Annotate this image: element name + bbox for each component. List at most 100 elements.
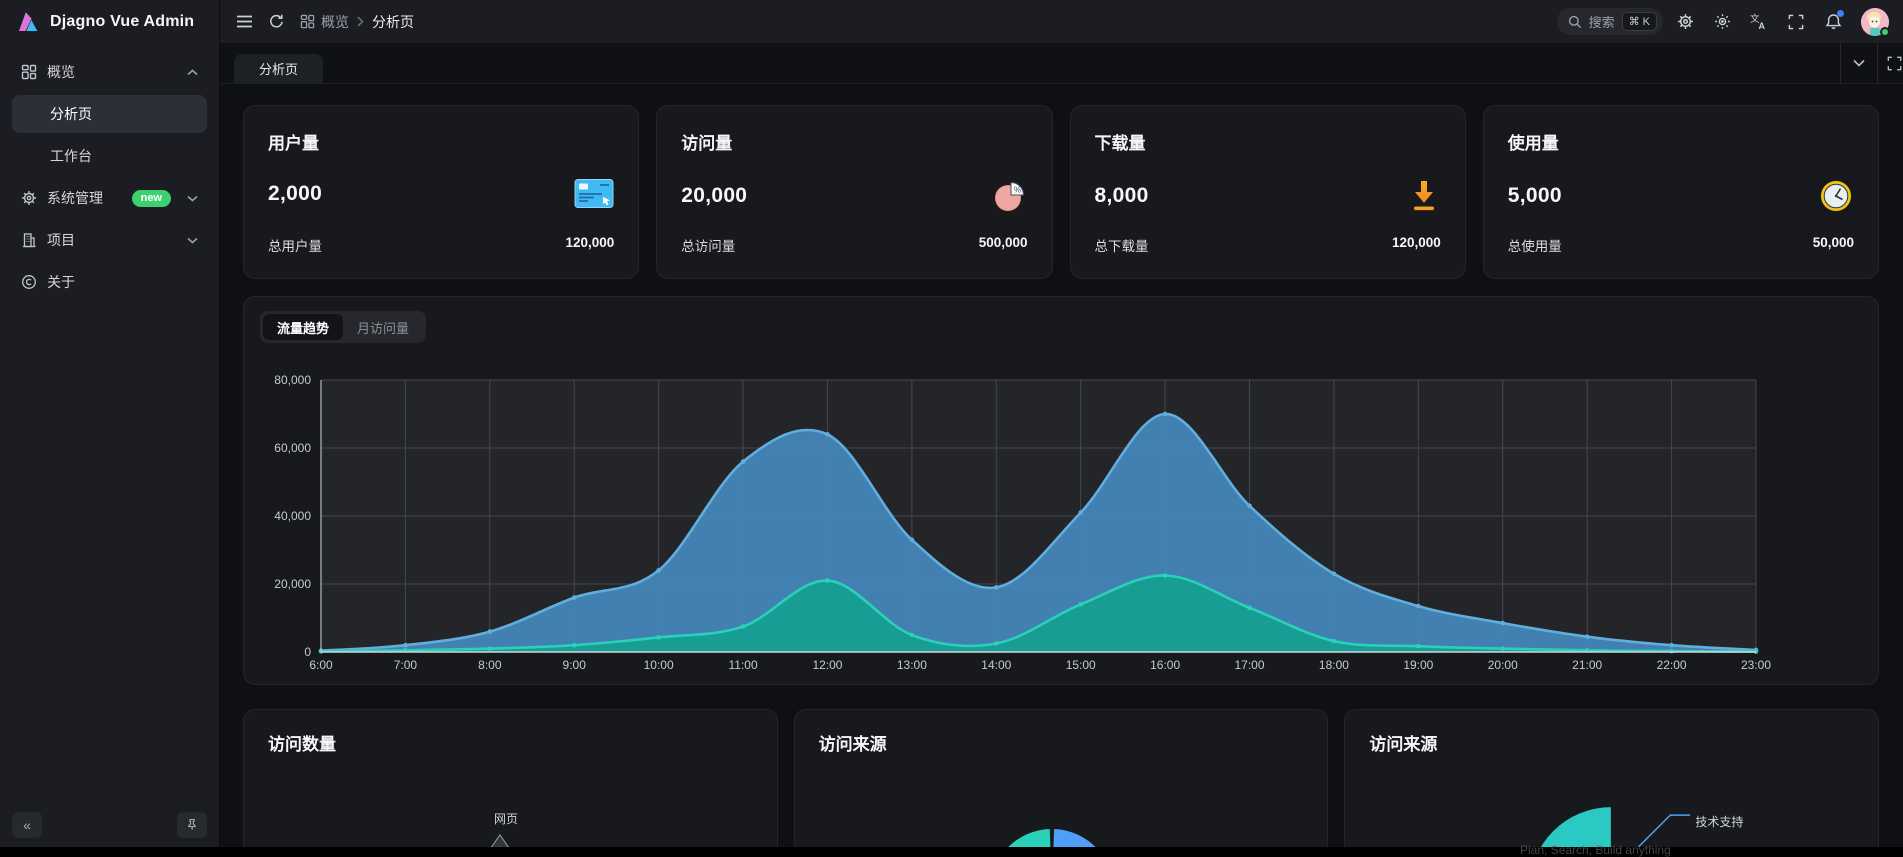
grid-icon bbox=[21, 64, 37, 80]
stat-card-footer-label: 总使用量 bbox=[1508, 235, 1562, 255]
stat-card-value: 8,000 bbox=[1095, 184, 1149, 208]
content-fullscreen-button[interactable] bbox=[1877, 43, 1903, 83]
tab-label: 月访问量 bbox=[357, 318, 409, 337]
notifications-button[interactable] bbox=[1818, 7, 1848, 37]
sidebar-item-analysis[interactable]: 分析页 bbox=[12, 95, 207, 133]
svg-text:15:00: 15:00 bbox=[1066, 658, 1096, 672]
svg-text:7:00: 7:00 bbox=[394, 658, 418, 672]
copyright-icon bbox=[21, 274, 37, 290]
trend-tabs: 流量趋势 月访问量 bbox=[260, 311, 426, 343]
card-title: 访问数量 bbox=[268, 730, 753, 755]
chevron-down-icon bbox=[187, 237, 198, 244]
search-placeholder: 搜索 bbox=[1589, 12, 1615, 31]
svg-text:23:00: 23:00 bbox=[1741, 658, 1771, 672]
logo-row[interactable]: Djagno Vue Admin bbox=[0, 0, 219, 43]
download-icon bbox=[1407, 178, 1441, 214]
watermark-text: Plan, Search, Build anything bbox=[1520, 843, 1671, 857]
stat-card-title: 下载量 bbox=[1095, 129, 1441, 154]
svg-text:11:00: 11:00 bbox=[728, 658, 757, 672]
collapse-sidebar-button[interactable]: « bbox=[12, 812, 42, 838]
tab-monthly-visits[interactable]: 月访问量 bbox=[343, 314, 423, 340]
stat-card-title: 访问量 bbox=[681, 129, 1027, 154]
svg-text:21:00: 21:00 bbox=[1572, 658, 1602, 672]
stat-cards-row: 用户量 2,000 bbox=[243, 105, 1879, 279]
tab-label: 流量趋势 bbox=[277, 318, 329, 337]
tab-analysis[interactable]: 分析页 bbox=[234, 54, 323, 83]
card-title: 访问来源 bbox=[819, 730, 1304, 755]
stat-card-footer-value: 120,000 bbox=[1392, 235, 1441, 255]
clock-icon bbox=[1818, 178, 1854, 214]
pin-sidebar-button[interactable] bbox=[177, 812, 207, 838]
stat-card-value: 5,000 bbox=[1508, 184, 1562, 208]
svg-text:8:00: 8:00 bbox=[478, 658, 502, 672]
sidebar-item-label: 概览 bbox=[47, 62, 75, 82]
svg-text:18:00: 18:00 bbox=[1319, 658, 1349, 672]
svg-text:10:00: 10:00 bbox=[644, 658, 674, 672]
tab-traffic-trend[interactable]: 流量趋势 bbox=[263, 314, 343, 340]
svg-text:22:00: 22:00 bbox=[1657, 658, 1687, 672]
stat-card-footer-label: 总用户量 bbox=[268, 235, 322, 255]
sidebar-item-overview[interactable]: 概览 bbox=[12, 53, 207, 91]
avatar[interactable] bbox=[1861, 8, 1889, 36]
sidebar-item-label: 系统管理 bbox=[47, 188, 103, 208]
sidebar-item-about[interactable]: 关于 bbox=[12, 263, 207, 301]
hamburger-menu-icon[interactable] bbox=[236, 14, 253, 29]
chevron-up-icon bbox=[187, 69, 198, 76]
page-content: 用户量 2,000 bbox=[220, 84, 1903, 857]
app-logo-icon bbox=[15, 9, 41, 35]
pie-chart-icon: % bbox=[992, 178, 1028, 214]
pin-icon bbox=[185, 818, 199, 832]
stat-card-footer-value: 120,000 bbox=[565, 235, 614, 255]
svg-text:17:00: 17:00 bbox=[1235, 658, 1265, 672]
tab-bar-actions bbox=[1840, 43, 1903, 83]
breadcrumb-item-overview[interactable]: 概览 bbox=[300, 12, 349, 32]
refresh-icon[interactable] bbox=[268, 13, 285, 30]
sidebar-item-label: 工作台 bbox=[50, 146, 92, 166]
stat-card-footer-label: 总下载量 bbox=[1095, 235, 1149, 255]
sidebar-item-label: 关于 bbox=[47, 272, 75, 292]
building-icon bbox=[21, 232, 37, 248]
sidebar-item-workbench[interactable]: 工作台 bbox=[12, 137, 207, 175]
stat-card-footer-value: 50,000 bbox=[1813, 235, 1854, 255]
language-button[interactable]: 文 A bbox=[1744, 7, 1774, 37]
chevron-right-icon bbox=[357, 16, 364, 27]
stat-card-value: 2,000 bbox=[268, 182, 322, 206]
chevron-down-icon bbox=[187, 195, 198, 202]
svg-text:20,000: 20,000 bbox=[274, 577, 311, 591]
radar-axis-label: 网页 bbox=[476, 810, 536, 827]
svg-text:%: % bbox=[1014, 186, 1021, 195]
svg-text:20:00: 20:00 bbox=[1488, 658, 1518, 672]
main-area: 概览 分析页 搜索 ⌘ K bbox=[220, 0, 1903, 857]
theme-toggle-button[interactable] bbox=[1707, 7, 1737, 37]
tab-bar: 分析页 bbox=[220, 43, 1903, 84]
stat-card-users: 用户量 2,000 bbox=[243, 105, 639, 279]
stat-card-downloads: 下载量 8,000 bbox=[1070, 105, 1466, 279]
settings-button[interactable] bbox=[1670, 7, 1700, 37]
app-title: Djagno Vue Admin bbox=[50, 13, 194, 31]
svg-text:6:00: 6:00 bbox=[309, 658, 333, 672]
visit-count-card: 访问数量 网页 bbox=[243, 709, 778, 857]
fullscreen-button[interactable] bbox=[1781, 7, 1811, 37]
pie-callout-label: 技术支持 bbox=[1695, 813, 1743, 830]
bottom-cards-row: 访问数量 网页 访问来源 访问来源 技术支持 bbox=[243, 709, 1879, 857]
traffic-trend-chart: 020,00040,00060,00080,0006:007:008:009:0… bbox=[244, 357, 1878, 673]
stat-card-title: 使用量 bbox=[1508, 129, 1854, 154]
svg-text:A: A bbox=[1759, 21, 1766, 31]
new-badge: new bbox=[132, 190, 171, 207]
sidebar-item-label: 项目 bbox=[47, 230, 75, 250]
breadcrumb: 概览 分析页 bbox=[300, 12, 414, 32]
search-input[interactable]: 搜索 ⌘ K bbox=[1557, 8, 1663, 35]
svg-text:13:00: 13:00 bbox=[897, 658, 927, 672]
stat-card-usage: 使用量 5,000 bbox=[1483, 105, 1879, 279]
sidebar-item-system[interactable]: 系统管理 new bbox=[12, 179, 207, 217]
visit-source-pie-card: 访问来源 bbox=[794, 709, 1329, 857]
top-header: 概览 分析页 搜索 ⌘ K bbox=[220, 0, 1903, 43]
gear-icon bbox=[21, 190, 37, 206]
stat-card-title: 用户量 bbox=[268, 129, 614, 154]
sidebar-item-label: 分析页 bbox=[50, 104, 92, 124]
svg-text:40,000: 40,000 bbox=[274, 509, 311, 523]
svg-text:0: 0 bbox=[304, 645, 311, 659]
tab-menu-dropdown-button[interactable] bbox=[1840, 43, 1877, 83]
sidebar-item-projects[interactable]: 项目 bbox=[12, 221, 207, 259]
traffic-trend-card: 流量趋势 月访问量 020,00040,00060,00080,0006:007… bbox=[243, 296, 1879, 685]
